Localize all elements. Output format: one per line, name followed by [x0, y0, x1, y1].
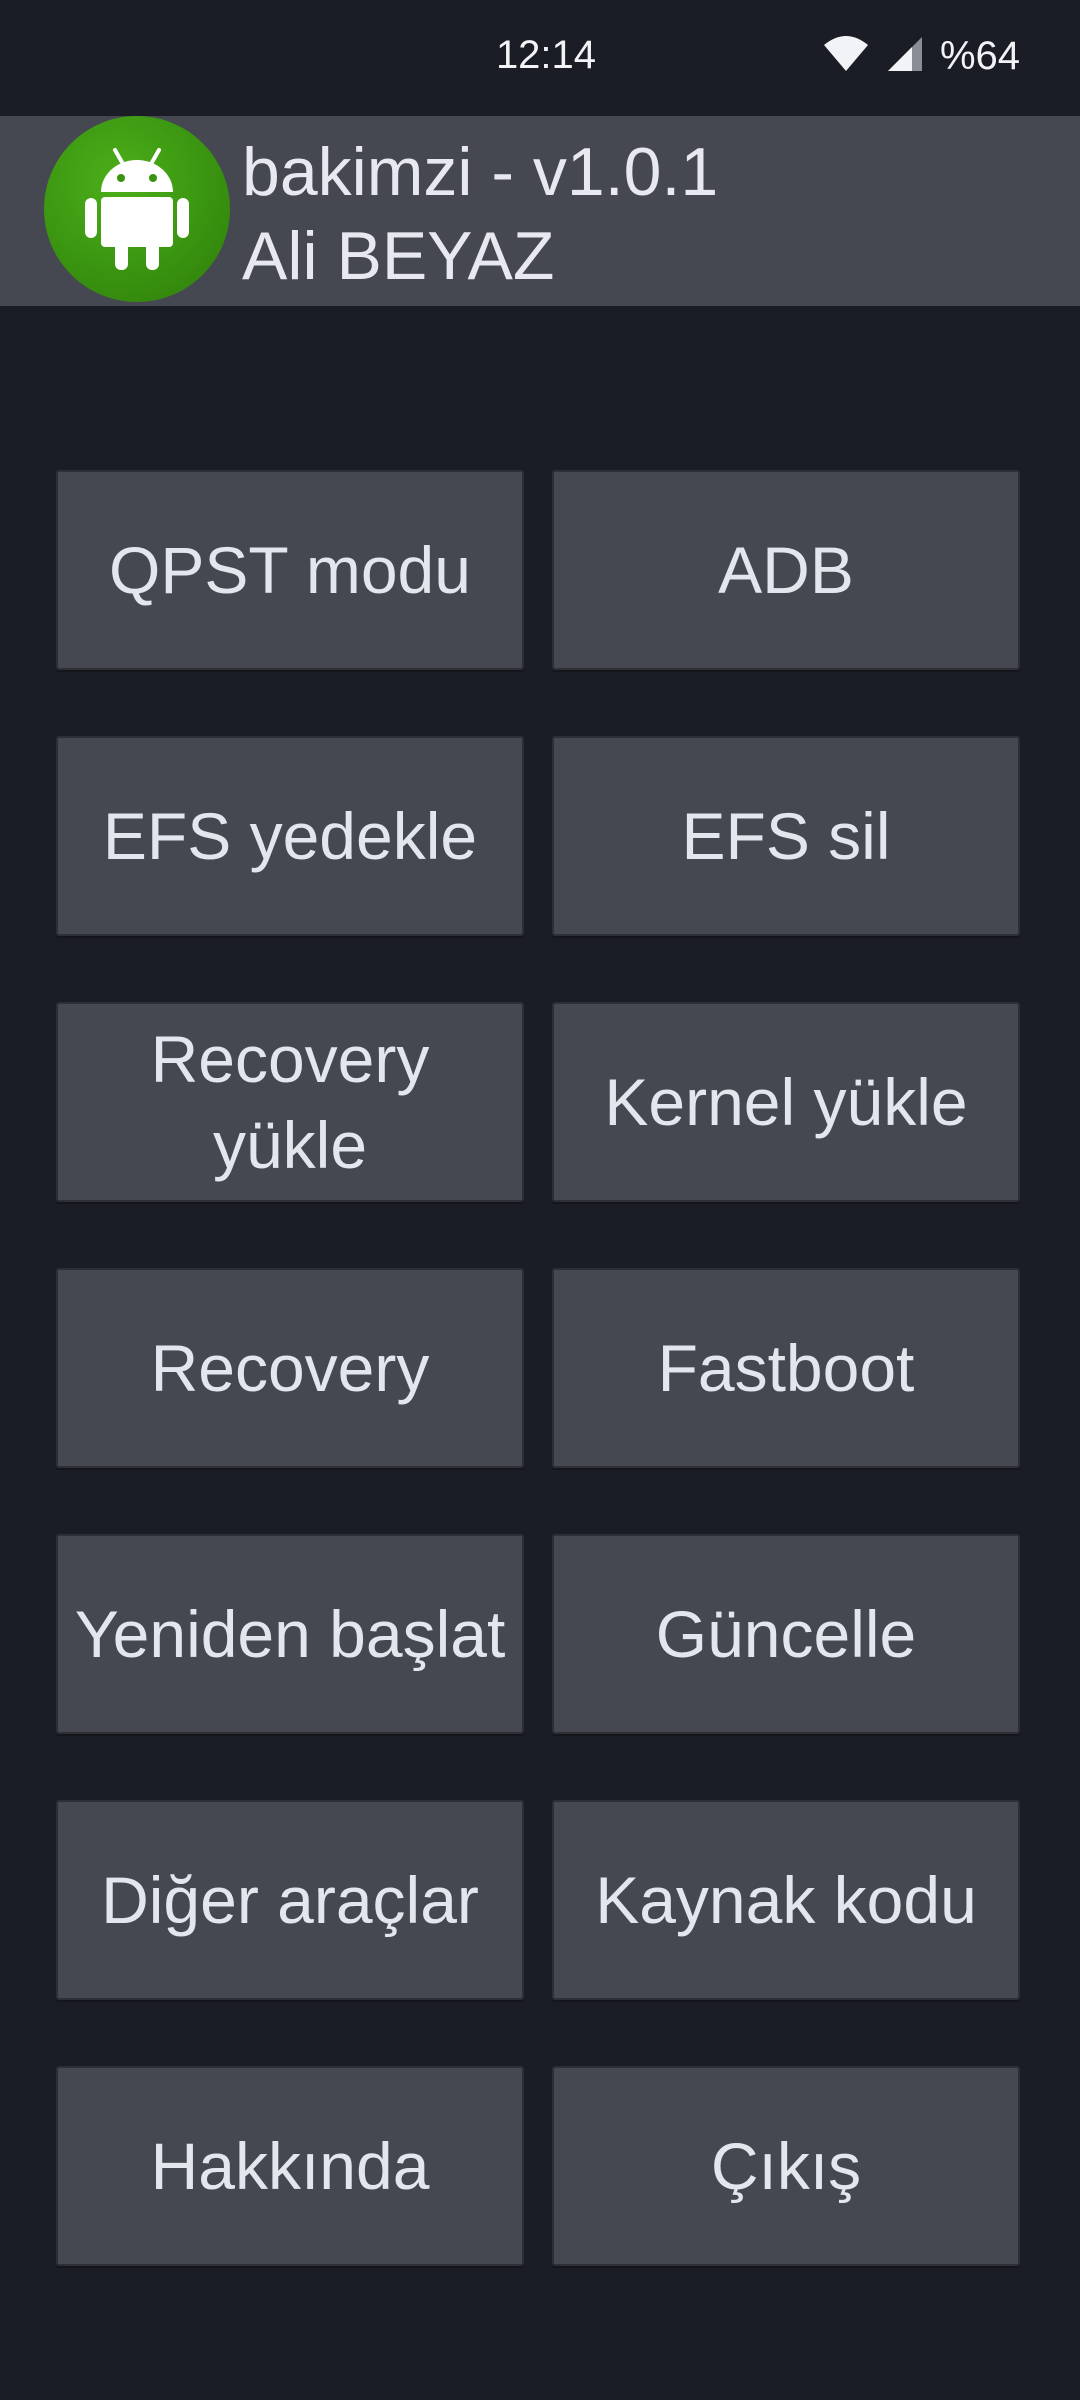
adb-button[interactable]: ADB	[552, 470, 1020, 670]
status-bar: 12:14 %64	[0, 0, 1080, 116]
reboot-button[interactable]: Yeniden başlat	[56, 1534, 524, 1734]
recovery-install-button[interactable]: Recovery yükle	[56, 1002, 524, 1202]
app-title: bakimzi - v1.0.1	[242, 134, 719, 210]
kernel-install-button[interactable]: Kernel yükle	[552, 1002, 1020, 1202]
app-header: bakimzi - v1.0.1 Ali BEYAZ	[0, 116, 1080, 306]
app-author: Ali BEYAZ	[242, 218, 555, 294]
about-button[interactable]: Hakkında	[56, 2066, 524, 2266]
status-icons: %64	[822, 30, 1020, 82]
efs-backup-button[interactable]: EFS yedekle	[56, 736, 524, 936]
fastboot-button[interactable]: Fastboot	[552, 1268, 1020, 1468]
efs-delete-button[interactable]: EFS sil	[552, 736, 1020, 936]
qpst-mode-button[interactable]: QPST modu	[56, 470, 524, 670]
cellular-signal-icon	[886, 35, 924, 78]
exit-button[interactable]: Çıkış	[552, 2066, 1020, 2266]
android-robot-icon	[44, 116, 230, 302]
battery-percent: %64	[939, 33, 1020, 78]
recovery-button[interactable]: Recovery	[56, 1268, 524, 1468]
source-code-button[interactable]: Kaynak kodu	[552, 1800, 1020, 2000]
other-tools-button[interactable]: Diğer araçlar	[56, 1800, 524, 2000]
update-button[interactable]: Güncelle	[552, 1534, 1020, 1734]
wifi-icon	[822, 35, 870, 78]
action-button-grid: QPST modu ADB EFS yedekle EFS sil Recove…	[56, 470, 1022, 2266]
